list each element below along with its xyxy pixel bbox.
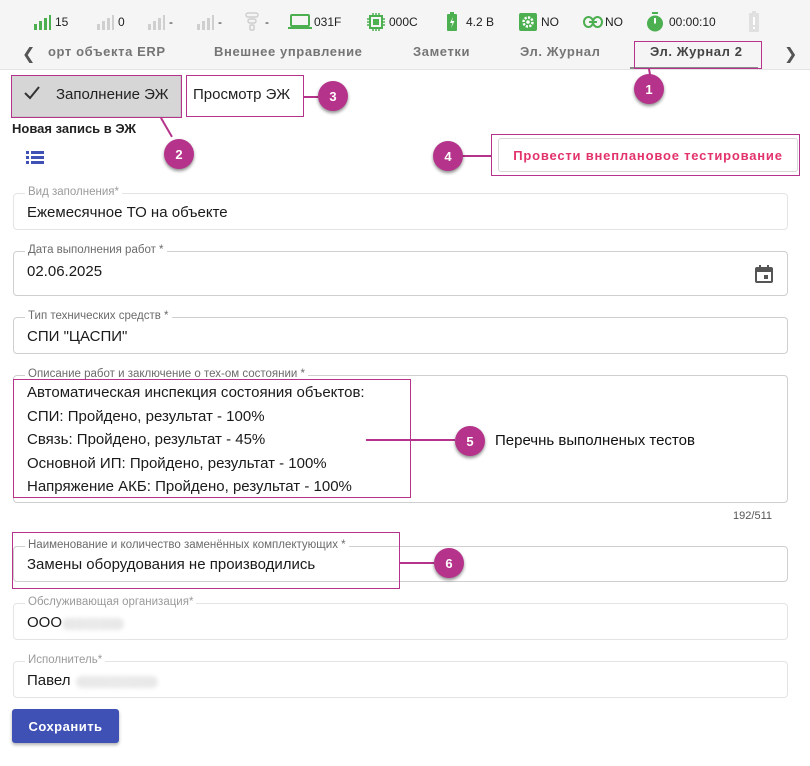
tab-notes[interactable]: Заметки xyxy=(413,44,470,66)
tech-type-label: Тип технических средств * xyxy=(25,310,172,322)
timer-value: 00:00:10 xyxy=(669,15,716,29)
link-state-value: NO xyxy=(605,15,623,29)
status-signal-2: 0 xyxy=(96,10,125,34)
callout-badge-3: 3 xyxy=(318,81,348,111)
signal-2-value: 0 xyxy=(118,15,125,29)
highlight-fill-toggle xyxy=(11,75,182,118)
service-org-field[interactable]: Обслуживающая организация* ООО xyxy=(13,596,788,640)
settings-state-value: NO xyxy=(541,15,559,29)
battery-icon xyxy=(447,12,457,31)
work-date-label: Дата выполнения работ * xyxy=(25,244,167,256)
redacted-blur xyxy=(62,618,124,630)
callout-line-6 xyxy=(400,562,434,564)
callout-line-5 xyxy=(366,439,455,441)
status-bar: 15 0 - - - 031F 000C 4.2 В NO NO 00:00:1… xyxy=(0,0,810,44)
battery-warning-icon xyxy=(749,11,759,32)
status-signal-3: - xyxy=(147,10,173,34)
status-warning xyxy=(748,10,760,34)
app-root: 15 0 - - - 031F 000C 4.2 В NO NO 00:00:1… xyxy=(0,0,810,766)
tab-erp[interactable]: орт объекта ERP xyxy=(48,44,166,66)
description-counter: 192/511 xyxy=(733,510,772,522)
status-signal-1: 15 xyxy=(33,10,68,34)
device-id-value: 031F xyxy=(314,15,342,29)
chip-code-value: 000C xyxy=(389,15,418,29)
signal-1-value: 15 xyxy=(55,15,69,29)
wifi-icon xyxy=(245,12,259,31)
status-wifi: - xyxy=(245,10,269,34)
status-timer: 00:00:10 xyxy=(646,10,716,34)
fill-type-label: Вид заполнения* xyxy=(25,186,122,198)
service-org-value: ООО xyxy=(27,614,63,631)
callout-badge-4: 4 xyxy=(433,141,463,171)
work-date-field[interactable]: Дата выполнения работ * 02.06.2025 xyxy=(13,244,788,296)
work-date-value: 02.06.2025 xyxy=(27,263,103,280)
battery-value: 4.2 В xyxy=(466,15,495,29)
callout-line-3 xyxy=(304,96,318,98)
chevron-right-icon[interactable]: ❯ xyxy=(784,44,797,64)
signal-bars-icon xyxy=(148,15,165,30)
highlight-replaced-parts xyxy=(12,532,400,589)
signal-4-value: - xyxy=(218,15,222,29)
callout-badge-2: 2 xyxy=(164,139,194,169)
status-chip: 000C xyxy=(367,10,418,34)
tech-type-field[interactable]: Тип технических средств * СПИ "ЦАСПИ" xyxy=(13,310,788,354)
signal-bars-icon xyxy=(34,15,51,30)
section-title: Новая запись в ЭЖ xyxy=(12,121,137,136)
save-button[interactable]: Сохранить xyxy=(12,709,119,743)
status-device: 031F xyxy=(288,10,341,34)
gear-icon xyxy=(519,13,537,31)
chevron-left-icon[interactable]: ❮ xyxy=(22,44,35,64)
fill-type-field[interactable]: Вид заполнения* Ежемесячное ТО на объект… xyxy=(13,186,788,230)
tab-external-control[interactable]: Внешнее управление xyxy=(214,44,363,66)
signal-bars-icon xyxy=(97,15,114,30)
highlight-test-list xyxy=(13,379,411,498)
callout-badge-6: 6 xyxy=(434,548,464,578)
link-icon xyxy=(583,16,603,28)
tech-type-value: СПИ "ЦАСПИ" xyxy=(27,328,128,345)
callout-badge-5: 5 xyxy=(455,426,485,456)
callout-line-4 xyxy=(462,155,492,157)
tab-journal[interactable]: Эл. Журнал xyxy=(520,44,601,66)
status-settings: NO xyxy=(519,10,559,34)
chip-icon xyxy=(367,13,385,31)
executor-label: Исполнитель* xyxy=(25,654,106,666)
wifi-value: - xyxy=(265,15,269,29)
service-org-label: Обслуживающая организация* xyxy=(25,596,197,608)
status-signal-4: - xyxy=(196,10,222,34)
highlight-view-toggle xyxy=(186,75,304,117)
laptop-icon xyxy=(288,14,312,29)
fill-type-value: Ежемесячное ТО на объекте xyxy=(27,204,228,221)
status-link: NO xyxy=(583,10,623,34)
status-battery: 4.2 В xyxy=(446,10,494,34)
callout-note-5: Перечнь выполненых тестов xyxy=(495,432,695,449)
highlight-test-button xyxy=(491,134,800,176)
executor-value: Павел xyxy=(27,672,71,689)
callout-badge-1: 1 xyxy=(634,74,664,104)
calendar-icon[interactable] xyxy=(755,265,773,288)
signal-bars-icon xyxy=(197,15,214,30)
highlight-tab-journal-2 xyxy=(634,41,762,69)
executor-field[interactable]: Исполнитель* Павел xyxy=(13,654,788,698)
list-icon[interactable] xyxy=(26,151,44,170)
redacted-blur xyxy=(76,676,158,688)
signal-3-value: - xyxy=(169,15,173,29)
stopwatch-icon xyxy=(647,12,663,32)
callout-line-2 xyxy=(160,117,173,138)
